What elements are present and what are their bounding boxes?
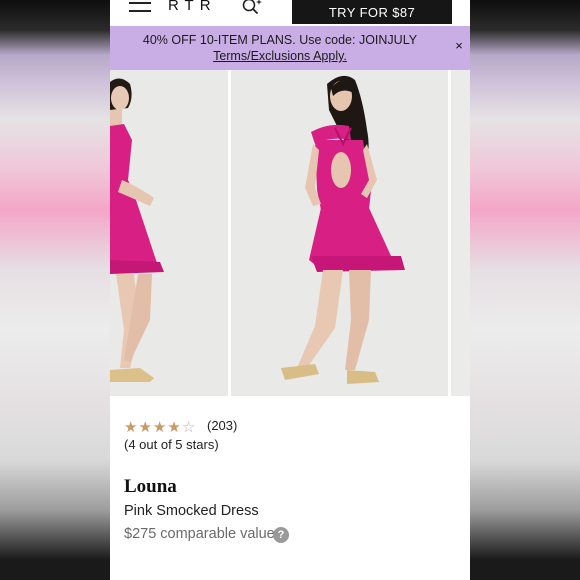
search-icon[interactable] — [241, 0, 263, 15]
star-filled-icon: ★ — [138, 419, 153, 436]
comparable-price: $275 comparable value — [124, 526, 275, 542]
star-filled-icon: ★ — [124, 419, 139, 436]
promo-banner: 40% OFF 10-ITEM PLANS. Use code: JOINJUL… — [110, 26, 470, 70]
close-icon[interactable]: × — [453, 38, 465, 53]
review-count[interactable]: (203) — [207, 418, 237, 433]
star-filled-icon: ★ — [167, 419, 182, 436]
rating-text: (4 out of 5 stars) — [124, 437, 219, 452]
try-for-button[interactable]: TRY FOR $87 — [292, 0, 452, 24]
product-image-next[interactable] — [451, 70, 470, 396]
star-empty-icon: ☆ — [181, 419, 197, 436]
rating-stars[interactable]: ★★★★☆ — [124, 418, 196, 436]
product-image-carousel[interactable] — [110, 70, 470, 396]
designer-name[interactable]: Louna — [124, 476, 177, 498]
product-name: Pink Smocked Dress — [124, 503, 259, 519]
product-image-front[interactable] — [110, 70, 228, 396]
help-icon[interactable]: ? — [273, 527, 289, 543]
hamburger-menu-icon[interactable] — [129, 2, 151, 14]
terms-link[interactable]: Terms/Exclusions Apply. — [110, 49, 450, 63]
rtr-logo[interactable]: RTR — [168, 0, 217, 14]
backdrop-right — [470, 0, 580, 580]
backdrop-left — [0, 0, 110, 580]
product-page: RTR TRY FOR $87 40% OFF 10-ITEM PLANS. U… — [110, 0, 470, 580]
product-details: ★★★★☆ (203) (4 out of 5 stars) Louna Pin… — [110, 396, 470, 580]
product-image-back[interactable] — [231, 70, 448, 396]
star-filled-icon: ★ — [152, 419, 168, 436]
top-nav: RTR TRY FOR $87 — [110, 0, 470, 26]
promo-text: 40% OFF 10-ITEM PLANS. Use code: JOINJUL… — [142, 33, 418, 47]
